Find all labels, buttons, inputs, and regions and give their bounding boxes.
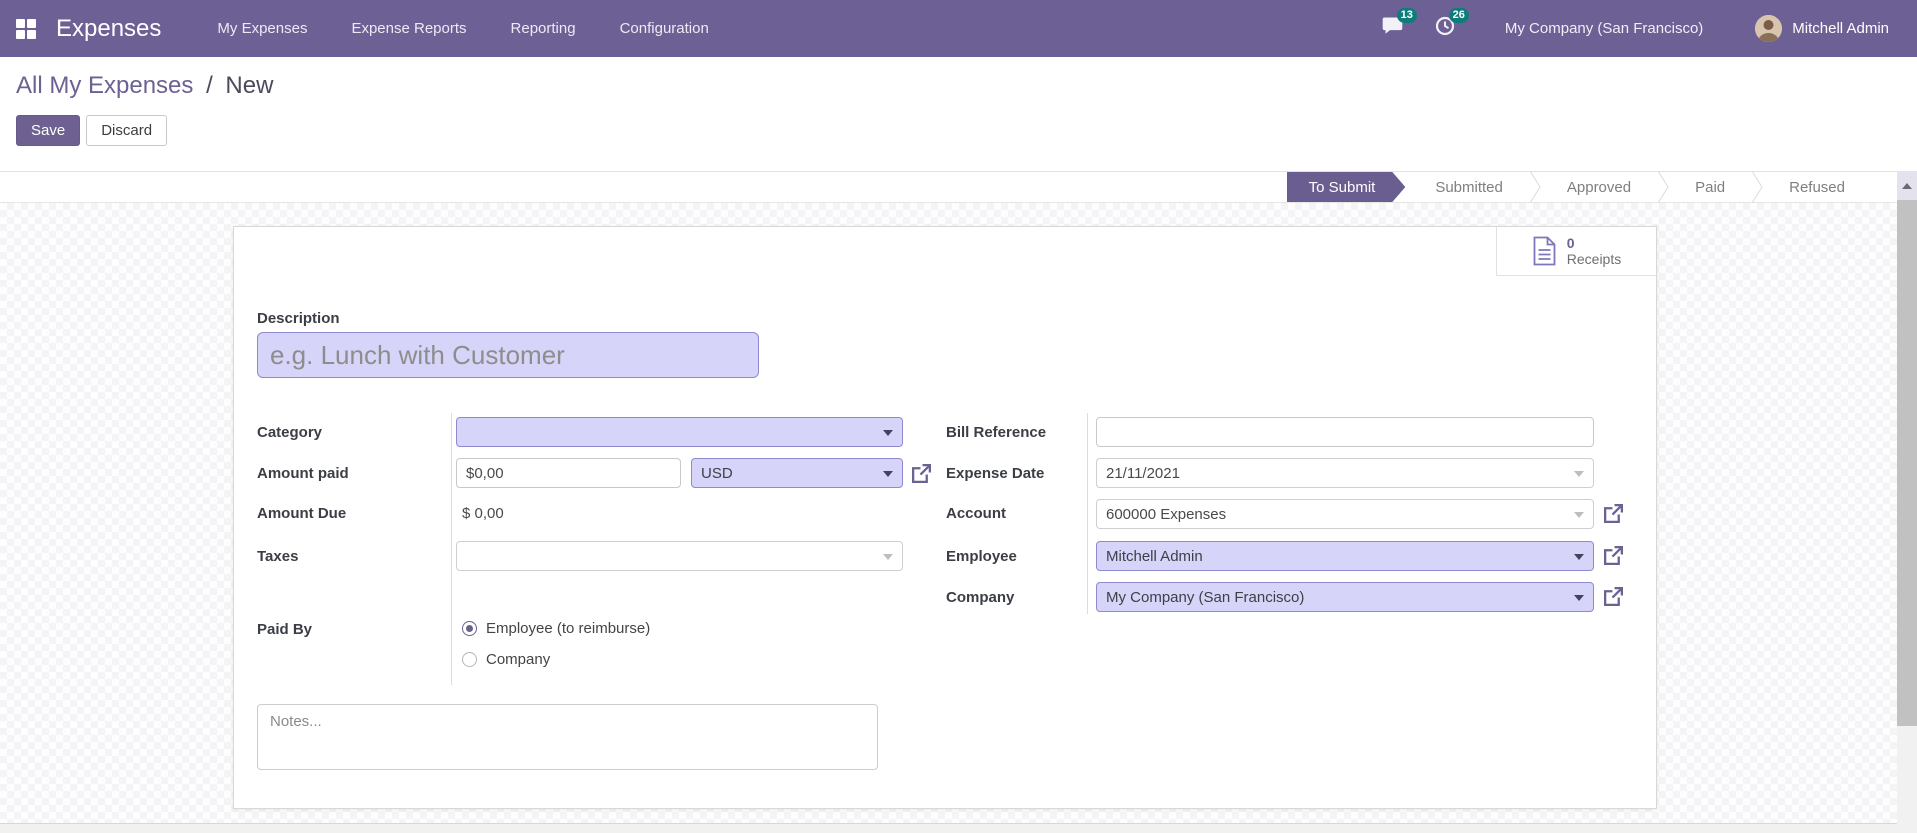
radio-selected-icon xyxy=(462,621,477,636)
scrollbar-thumb[interactable] xyxy=(1897,200,1917,726)
account-select[interactable]: 600000 Expenses xyxy=(1096,499,1594,529)
chevron-down-icon xyxy=(1574,554,1584,560)
expense-date-label: Expense Date xyxy=(946,465,1045,482)
category-label: Category xyxy=(257,424,323,441)
user-menu[interactable]: Mitchell Admin xyxy=(1755,15,1889,42)
amount-paid-label: Amount paid xyxy=(257,465,349,482)
receipts-label: Receipts xyxy=(1566,251,1622,267)
stage-divider-icon xyxy=(1751,171,1763,203)
activities-badge: 26 xyxy=(1448,8,1469,23)
form-view-background: 0 Receipts Description Category Amount p… xyxy=(0,203,1897,823)
category-select[interactable] xyxy=(456,417,903,447)
document-icon xyxy=(1533,236,1556,266)
currency-external-link-icon[interactable] xyxy=(910,462,933,485)
description-input[interactable] xyxy=(257,332,759,378)
chevron-down-icon xyxy=(883,554,893,560)
stage-refused[interactable]: Refused xyxy=(1763,172,1871,202)
scroll-up-arrow-icon xyxy=(1902,182,1912,189)
employee-external-link-icon[interactable] xyxy=(1602,544,1625,567)
messages-icon[interactable]: 13 xyxy=(1382,8,1417,41)
stage-paid[interactable]: Paid xyxy=(1669,172,1751,202)
breadcrumb-parent-link[interactable]: All My Expenses xyxy=(16,72,193,99)
employee-label: Employee xyxy=(946,548,1017,565)
activities-icon[interactable]: 26 xyxy=(1435,8,1469,41)
chevron-down-icon xyxy=(1574,471,1584,477)
apps-menu-icon[interactable] xyxy=(16,18,36,39)
breadcrumb-separator: / xyxy=(206,72,213,99)
control-panel: All My Expenses / New Save Discard xyxy=(0,57,1917,171)
amount-paid-input[interactable] xyxy=(456,458,681,488)
form-sheet: 0 Receipts Description Category Amount p… xyxy=(233,226,1657,809)
company-switcher[interactable]: My Company (San Francisco) xyxy=(1505,20,1703,37)
main-menu: My Expenses Expense Reports Reporting Co… xyxy=(217,20,708,37)
bill-reference-input[interactable] xyxy=(1096,417,1594,447)
chevron-down-icon xyxy=(883,430,893,436)
employee-select[interactable]: Mitchell Admin xyxy=(1096,541,1594,571)
expense-date-input[interactable]: 21/11/2021 xyxy=(1096,458,1594,488)
account-label: Account xyxy=(946,505,1006,522)
stage-divider-icon xyxy=(1529,171,1541,203)
taxes-select[interactable] xyxy=(456,541,903,571)
menu-configuration[interactable]: Configuration xyxy=(620,20,709,37)
company-select[interactable]: My Company (San Francisco) xyxy=(1096,582,1594,612)
top-navbar: Expenses My Expenses Expense Reports Rep… xyxy=(0,0,1917,57)
paid-by-option-employee[interactable]: Employee (to reimburse) xyxy=(462,620,650,637)
user-name: Mitchell Admin xyxy=(1792,20,1889,37)
breadcrumb: All My Expenses / New xyxy=(16,72,273,100)
chevron-down-icon xyxy=(1574,512,1584,518)
footer-strip xyxy=(0,823,1917,833)
currency-select[interactable]: USD xyxy=(691,458,903,488)
receipts-button[interactable]: 0 Receipts xyxy=(1496,227,1656,276)
company-label: Company xyxy=(946,589,1015,606)
radio-unselected-icon xyxy=(462,652,477,667)
account-external-link-icon[interactable] xyxy=(1602,502,1625,525)
stage-divider-icon xyxy=(1657,171,1669,203)
bill-reference-label: Bill Reference xyxy=(946,424,1047,441)
discard-button[interactable]: Discard xyxy=(86,115,168,146)
breadcrumb-current: New xyxy=(225,72,274,99)
menu-my-expenses[interactable]: My Expenses xyxy=(217,20,307,37)
menu-reporting[interactable]: Reporting xyxy=(511,20,576,37)
vertical-scrollbar[interactable] xyxy=(1897,171,1917,833)
stage-to-submit[interactable]: To Submit xyxy=(1287,172,1406,202)
save-button[interactable]: Save xyxy=(16,115,81,146)
notes-textarea[interactable] xyxy=(257,704,878,770)
right-group-separator xyxy=(1087,413,1088,614)
left-group-separator xyxy=(451,413,452,685)
paid-by-label: Paid By xyxy=(257,621,313,638)
company-external-link-icon[interactable] xyxy=(1602,585,1625,608)
scroll-up-button[interactable] xyxy=(1897,171,1917,200)
chevron-down-icon xyxy=(1574,595,1584,601)
amount-due-label: Amount Due xyxy=(257,505,347,522)
taxes-label: Taxes xyxy=(257,548,299,565)
stage-approved[interactable]: Approved xyxy=(1541,172,1657,202)
statusbar: To Submit Submitted Approved Paid Refuse… xyxy=(0,171,1897,203)
amount-due-value: $ 0,00 xyxy=(462,505,504,522)
control-panel-buttons: Save Discard xyxy=(16,115,168,146)
description-label: Description xyxy=(257,310,340,327)
menu-expense-reports[interactable]: Expense Reports xyxy=(351,20,466,37)
receipts-count: 0 xyxy=(1566,235,1575,251)
messages-badge: 13 xyxy=(1396,8,1417,23)
systray: 13 26 My Company (San Francisco) Mitchel… xyxy=(1382,8,1889,42)
chevron-down-icon xyxy=(883,471,893,477)
app-brand[interactable]: Expenses xyxy=(56,15,161,43)
paid-by-option-company[interactable]: Company xyxy=(462,651,550,668)
user-avatar xyxy=(1755,15,1783,42)
stage-submitted[interactable]: Submitted xyxy=(1409,172,1529,202)
